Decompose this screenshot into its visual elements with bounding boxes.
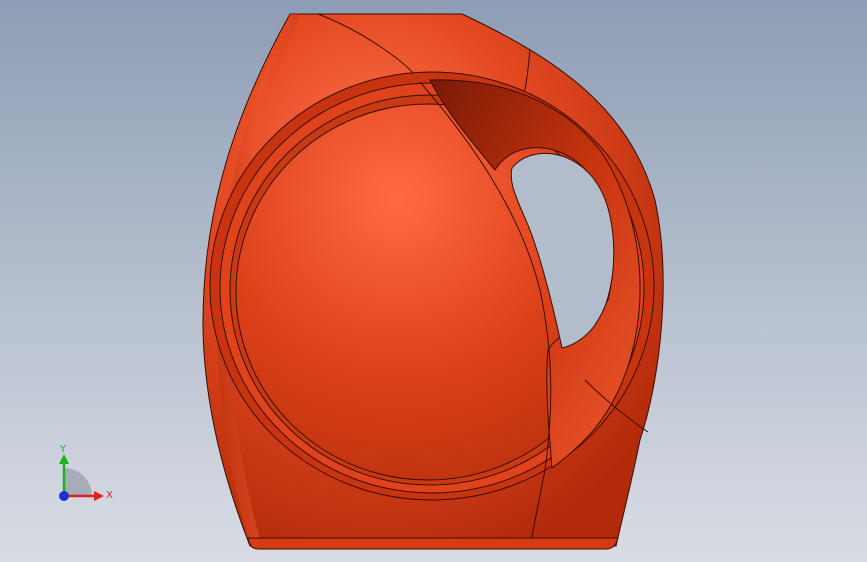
z-axis-dot bbox=[59, 491, 69, 501]
reference-triad: Y X bbox=[59, 444, 113, 501]
bottle-base bbox=[247, 537, 619, 550]
triad-quadrant bbox=[64, 468, 92, 496]
x-axis-label: X bbox=[106, 490, 113, 501]
y-axis-arrow bbox=[59, 454, 69, 464]
y-axis-label: Y bbox=[59, 444, 67, 455]
x-axis-arrow bbox=[94, 491, 104, 501]
graphics-viewport[interactable]: Y X bbox=[0, 0, 867, 562]
bottle-model[interactable] bbox=[0, 0, 867, 562]
